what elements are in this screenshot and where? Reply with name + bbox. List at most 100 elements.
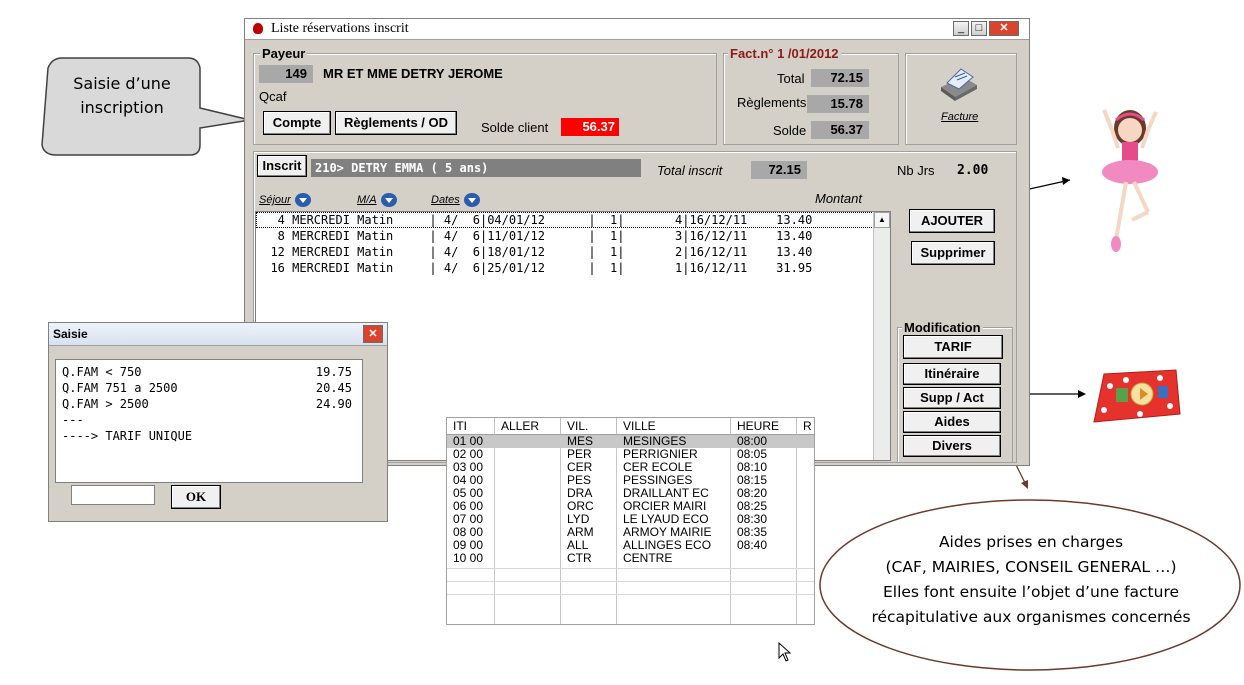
payeur-sub: Qcaf — [259, 89, 287, 104]
mouse-cursor-icon — [778, 642, 792, 662]
saisie-title: Saisie — [53, 327, 88, 341]
payeur-code: 149 — [259, 65, 313, 83]
list-item[interactable]: 12 MERCREDI Matin | 4/ 6|18/01/12 | 1| 2… — [256, 244, 812, 260]
chevron-down-icon[interactable] — [463, 193, 480, 207]
itineraire-button[interactable]: Itinéraire — [903, 363, 1001, 385]
tarif-lines: Q.FAM < 750 19.75 Q.FAM 751 a 2500 20.45 Q… — [62, 364, 352, 444]
app-icon — [253, 23, 263, 34]
compte-button[interactable]: Compte — [263, 111, 331, 135]
total-inscrit-value: 72.15 — [751, 161, 807, 179]
solde-client-label: Solde client — [481, 120, 549, 135]
facture-link[interactable]: Facture — [941, 111, 978, 123]
saisie-titlebar: Saisie ✕ — [49, 323, 387, 346]
tarif-row[interactable]: Q.FAM 751 a 2500 20.45 — [62, 380, 352, 396]
sort-ma[interactable]: M/A — [357, 193, 397, 207]
column-header[interactable]: ITI — [447, 418, 495, 435]
saisie-dialog: Saisie ✕ Q.FAM < 750 19.75 Q.FAM 751 a 25… — [48, 322, 388, 522]
ok-button[interactable]: OK — [171, 485, 221, 509]
nb-jrs-value: 2.00 — [957, 163, 989, 178]
supprimer-button[interactable]: Supprimer — [911, 241, 995, 265]
tarif-value: 24.90 — [315, 397, 352, 411]
solde-label: Solde — [773, 123, 807, 138]
payeur-label: Payeur — [260, 46, 308, 61]
reglements-value: 15.78 — [807, 95, 869, 113]
ajouter-button[interactable]: AJOUTER — [909, 209, 995, 233]
tarif-label: --- — [62, 413, 84, 427]
tarif-list[interactable]: Q.FAM < 750 19.75 Q.FAM 751 a 2500 20.45 Q… — [55, 359, 363, 483]
aides-line: (CAF, MAIRIES, CONSEIL GENERAL …) — [885, 558, 1177, 576]
inscrit-selector[interactable]: 210> DETRY EMMA ( 5 ans) — [311, 159, 641, 177]
supp-act-button[interactable]: Supp / Act — [903, 387, 1001, 409]
sort-sejour[interactable]: Séjour — [259, 193, 311, 207]
total-value: 72.15 — [811, 69, 869, 87]
list-item[interactable]: 4 MERCREDI Matin | 4/ 6|04/01/12 | 1| 4|… — [256, 212, 813, 228]
puzzle-plate-illustration — [1093, 369, 1181, 423]
nb-jrs-label: Nb Jrs — [897, 163, 935, 178]
callout-text: Saisie d’une inscription — [44, 72, 200, 120]
sort-sejour-label: Séjour — [259, 193, 291, 206]
modification-label: Modification — [902, 320, 983, 335]
sort-dates[interactable]: Dates — [431, 193, 480, 207]
tarif-label: Q.FAM > 2500 — [62, 397, 149, 411]
list-item[interactable]: 8 MERCREDI Matin | 4/ 6|11/01/12 | 1| 3|… — [256, 228, 813, 244]
tarif-row[interactable]: Q.FAM < 750 19.75 — [62, 364, 352, 380]
itineraire-table[interactable]: ITI ALLER VIL. VILLE HEURE R 01 00 MES MES… — [446, 417, 815, 625]
table-cell: CENTRE — [623, 551, 673, 565]
tarif-label: ----> TARIF UNIQUE — [62, 429, 193, 443]
total-inscrit-label: Total inscrit — [657, 163, 723, 178]
tarif-value: 19.75 — [315, 365, 352, 379]
column-header[interactable]: ALLER — [495, 418, 561, 435]
sort-ma-label: M/A — [357, 193, 377, 206]
tarif-value: 20.45 — [315, 381, 352, 395]
chevron-down-icon[interactable] — [380, 193, 397, 207]
printer-icon[interactable] — [935, 63, 981, 103]
aides-line: Aides prises en charges — [938, 533, 1124, 551]
inscrit-button[interactable]: Inscrit — [257, 155, 307, 177]
column-header[interactable]: VILLE — [617, 418, 731, 435]
window-titlebar: Liste réservations inscrit _ □ ✕ — [245, 19, 1029, 40]
column-header[interactable]: VIL. — [561, 418, 617, 435]
solde-client-value: 56.37 — [561, 118, 619, 136]
aides-callout-text: Aides prises en charges (CAF, MAIRIES, C… — [846, 530, 1216, 630]
callout-line: inscription — [80, 98, 164, 117]
table-cell: 10 00 — [453, 551, 484, 565]
divers-button[interactable]: Divers — [903, 435, 1001, 457]
chevron-down-icon[interactable] — [294, 193, 311, 207]
tarif-row[interactable]: Q.FAM > 2500 24.90 — [62, 396, 352, 412]
list-item[interactable]: 16 MERCREDI Matin | 4/ 6|25/01/12 | 1| 1… — [256, 260, 812, 276]
column-header[interactable]: HEURE — [731, 418, 797, 435]
window-title: Liste réservations inscrit — [271, 21, 409, 36]
maximize-button[interactable]: □ — [971, 21, 987, 36]
reglements-label: Règlements — [737, 95, 807, 110]
column-header[interactable]: R — [797, 418, 814, 435]
table-row-empty — [447, 594, 814, 608]
tarif-label: Q.FAM < 750 — [62, 365, 142, 379]
aides-line: récapitulative aux organismes concernés — [871, 608, 1191, 626]
facture-number-label: Fact.n° 1 /01/2012 — [728, 46, 841, 61]
table-cell: 08:40 — [737, 538, 768, 552]
reglements-od-button[interactable]: Règlements / OD — [335, 111, 457, 135]
saisie-input[interactable] — [71, 485, 155, 505]
close-button[interactable]: ✕ — [989, 21, 1019, 36]
aides-button[interactable]: Aides — [903, 411, 1001, 433]
minimize-button[interactable]: _ — [953, 21, 969, 36]
table-row[interactable]: 10 00 CTR CENTRE — [447, 552, 814, 565]
tarif-row[interactable]: --- — [62, 412, 352, 428]
ballerina-illustration — [1102, 109, 1158, 252]
total-label: Total — [777, 71, 805, 86]
tarif-label: Q.FAM 751 a 2500 — [62, 381, 178, 395]
aides-line: Elles font ensuite l’objet d’une facture — [882, 583, 1180, 601]
saisie-close-button[interactable]: ✕ — [363, 325, 383, 343]
tarif-button[interactable]: TARIF — [903, 335, 1003, 359]
payeur-name: MR ET MME DETRY JEROME — [323, 66, 503, 81]
scroll-up-arrow-icon[interactable]: ▲ — [874, 212, 890, 228]
callout-line: Saisie d’une — [73, 74, 171, 93]
tarif-row[interactable]: ----> TARIF UNIQUE — [62, 428, 352, 444]
table-row-empty — [447, 568, 814, 582]
montant-header: Montant — [815, 191, 862, 206]
table-cell: CTR — [567, 551, 592, 565]
list-scrollbar[interactable]: ▲ — [873, 212, 890, 460]
solde-value: 56.37 — [811, 121, 869, 139]
sort-dates-label: Dates — [431, 193, 460, 206]
table-row-empty — [447, 581, 814, 595]
